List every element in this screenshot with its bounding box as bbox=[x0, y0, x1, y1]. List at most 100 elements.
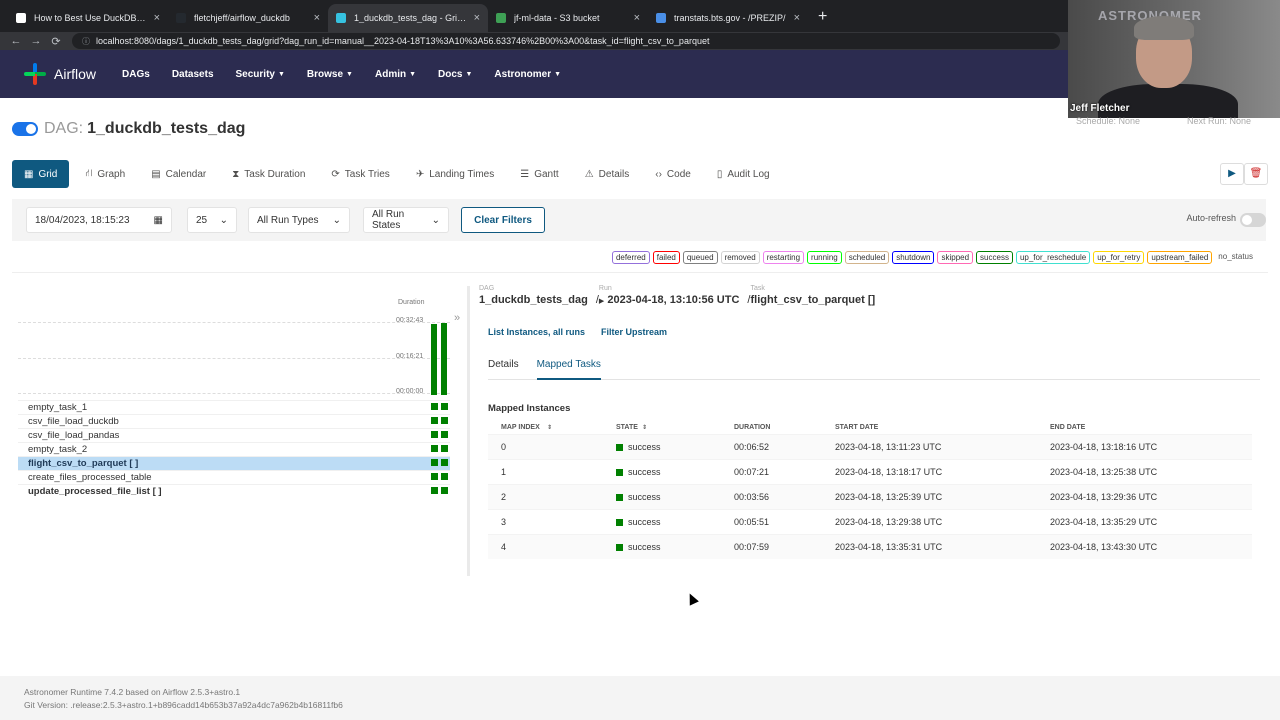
run-duration-bar[interactable] bbox=[441, 323, 447, 395]
task-instance-success[interactable] bbox=[431, 403, 438, 410]
column-header[interactable]: STATE bbox=[616, 420, 638, 434]
tab-code[interactable]: ‹› Code bbox=[645, 160, 701, 188]
nav-datasets[interactable]: Datasets bbox=[172, 69, 214, 80]
nav-dags[interactable]: DAGs bbox=[122, 69, 150, 80]
tab-details[interactable]: ⚠ Details bbox=[575, 160, 640, 188]
table-row[interactable]: 2 success 00:03:56 2023-04-18, 13:25:39 UTC… bbox=[488, 484, 1252, 509]
task-instance-success[interactable] bbox=[441, 431, 448, 438]
task-instance-success[interactable] bbox=[441, 473, 448, 480]
table-row[interactable]: 3 success 00:05:51 2023-04-18, 13:29:38 UTC… bbox=[488, 509, 1252, 534]
legend-up_for_reschedule[interactable]: up_for_reschedule bbox=[1015, 251, 1091, 264]
clear-filters-button[interactable]: Clear Filters bbox=[461, 207, 545, 233]
tab-task-duration[interactable]: ⧗ Task Duration bbox=[222, 160, 315, 188]
nav-browse[interactable]: Browse ▼ bbox=[307, 69, 353, 80]
dag-pause-toggle[interactable] bbox=[12, 122, 38, 136]
task-row[interactable]: empty_task_1 bbox=[18, 400, 450, 414]
nav-astronomer[interactable]: Astronomer ▼ bbox=[494, 69, 561, 80]
breadcrumb-task[interactable]: Task flight_csv_to_parquet [] bbox=[750, 285, 875, 306]
table-row[interactable]: 4 success 00:07:59 2023-04-18, 13:35:31 UTC… bbox=[488, 534, 1252, 559]
tab-gantt[interactable]: ☰ Gantt bbox=[510, 160, 568, 188]
sort-icon[interactable]: ⇕ bbox=[547, 420, 552, 434]
task-instance-success[interactable] bbox=[431, 445, 438, 452]
table-row[interactable]: 0 success 00:06:52 2023-04-18, 13:11:23 UTC… bbox=[488, 434, 1252, 459]
trigger-dag-button[interactable]: ▶ bbox=[1220, 163, 1244, 185]
legend-failed[interactable]: failed bbox=[652, 251, 680, 264]
legend-success[interactable]: success bbox=[976, 251, 1013, 264]
table-row[interactable]: 1 success 00:07:21 2023-04-18, 13:18:17 UTC… bbox=[488, 459, 1252, 484]
panel-resize-handle[interactable] bbox=[467, 286, 470, 576]
delete-dag-button[interactable]: 🗑 bbox=[1244, 163, 1268, 185]
tab-grid[interactable]: ▦ Grid bbox=[12, 160, 70, 188]
browser-tab[interactable]: How to Best Use DuckDB with × bbox=[8, 4, 168, 32]
calendar-picker-icon[interactable]: ▦ bbox=[154, 215, 163, 226]
back-icon[interactable]: ← bbox=[6, 35, 26, 47]
task-instance-success[interactable] bbox=[431, 473, 438, 480]
num-runs-select[interactable]: 25 ⌄ bbox=[187, 207, 237, 233]
task-row[interactable]: csv_file_load_duckdb bbox=[18, 414, 450, 428]
pinwheel-icon bbox=[22, 61, 48, 87]
tab-audit-log[interactable]: ▯ Audit Log bbox=[707, 160, 780, 188]
task-instance-success[interactable] bbox=[431, 431, 438, 438]
close-tab-icon[interactable]: × bbox=[474, 12, 480, 24]
browser-tab[interactable]: jf-ml-data - S3 bucket × bbox=[488, 4, 648, 32]
base-date-input[interactable]: 18/04/2023, 18:15:23 ▦ bbox=[26, 207, 172, 233]
tab-mapped-tasks[interactable]: Mapped Tasks bbox=[536, 356, 601, 380]
sort-icon[interactable]: ⇕ bbox=[642, 420, 647, 434]
close-tab-icon[interactable]: × bbox=[634, 12, 640, 24]
task-row[interactable]: update_processed_file_list [ ] bbox=[18, 484, 450, 498]
task-row[interactable]: csv_file_load_pandas bbox=[18, 428, 450, 442]
legend-running[interactable]: running bbox=[807, 251, 842, 264]
legend-restarting[interactable]: restarting bbox=[762, 251, 805, 264]
task-instance-success[interactable] bbox=[441, 403, 448, 410]
task-instance-success[interactable] bbox=[431, 417, 438, 424]
close-tab-icon[interactable]: × bbox=[154, 12, 160, 24]
new-tab-icon[interactable]: + bbox=[808, 4, 837, 32]
task-instance-success[interactable] bbox=[431, 459, 438, 466]
list-instances-link[interactable]: List Instances, all runs bbox=[488, 327, 585, 337]
breadcrumb-run[interactable]: Run ▶ 2023-04-18, 13:10:56 UTC bbox=[599, 285, 740, 306]
legend-deferred[interactable]: deferred bbox=[611, 251, 650, 264]
legend-skipped[interactable]: skipped bbox=[937, 251, 974, 264]
run-state-select[interactable]: All Run States ⌄ bbox=[363, 207, 449, 233]
forward-icon[interactable]: → bbox=[26, 35, 46, 47]
nav-admin[interactable]: Admin ▼ bbox=[375, 69, 416, 80]
browser-tab[interactable]: transtats.bts.gov - /PREZIP/ × bbox=[648, 4, 808, 32]
task-row[interactable]: flight_csv_to_parquet [ ] bbox=[18, 456, 450, 470]
close-tab-icon[interactable]: × bbox=[794, 12, 800, 24]
tab-calendar[interactable]: ▤ Calendar bbox=[141, 160, 216, 188]
task-row[interactable]: empty_task_2 bbox=[18, 442, 450, 456]
task-instance-success[interactable] bbox=[431, 487, 438, 494]
filter-upstream-link[interactable]: Filter Upstream bbox=[601, 327, 667, 337]
breadcrumb-dag[interactable]: DAG 1_duckdb_tests_dag bbox=[479, 285, 588, 306]
task-instance-success[interactable] bbox=[441, 445, 448, 452]
legend-scheduled[interactable]: scheduled bbox=[844, 251, 890, 264]
close-tab-icon[interactable]: × bbox=[314, 12, 320, 24]
collapse-details-icon[interactable]: » bbox=[454, 312, 460, 324]
info-icon[interactable]: ⓘ bbox=[82, 36, 90, 47]
legend-upstream_failed[interactable]: upstream_failed bbox=[1147, 251, 1213, 264]
browser-tab[interactable]: fletchjeff/airflow_duckdb × bbox=[168, 4, 328, 32]
run-duration-bar[interactable] bbox=[431, 324, 437, 395]
nav-docs[interactable]: Docs ▼ bbox=[438, 69, 472, 80]
tab-graph[interactable]: ⛙ Graph bbox=[75, 160, 135, 188]
column-header[interactable]: MAP INDEX bbox=[501, 420, 540, 434]
nav-security[interactable]: Security ▼ bbox=[236, 69, 285, 80]
task-instance-success[interactable] bbox=[441, 459, 448, 466]
reload-icon[interactable]: ⟳ bbox=[46, 35, 66, 48]
browser-tab[interactable]: 1_duckdb_tests_dag - Grid - A × bbox=[328, 4, 488, 32]
auto-refresh-toggle[interactable] bbox=[1240, 213, 1266, 227]
airflow-logo[interactable]: Airflow bbox=[22, 61, 96, 87]
legend-up_for_retry[interactable]: up_for_retry bbox=[1093, 251, 1145, 264]
task-instance-success[interactable] bbox=[441, 417, 448, 424]
tab-details[interactable]: Details bbox=[488, 356, 519, 380]
task-instance-success[interactable] bbox=[441, 487, 448, 494]
legend-shutdown[interactable]: shutdown bbox=[892, 251, 935, 264]
tab-landing-times[interactable]: ✈ Landing Times bbox=[406, 160, 504, 188]
task-row[interactable]: create_files_processed_table bbox=[18, 470, 450, 484]
legend-removed[interactable]: removed bbox=[720, 251, 760, 264]
tab-task-tries[interactable]: ⟳ Task Tries bbox=[321, 160, 399, 188]
legend-no_status[interactable]: no_status bbox=[1215, 251, 1256, 264]
address-bar[interactable]: ⓘ localhost:8080/dags/1_duckdb_tests_dag… bbox=[72, 33, 1060, 49]
run-type-select[interactable]: All Run Types ⌄ bbox=[248, 207, 350, 233]
legend-queued[interactable]: queued bbox=[682, 251, 718, 264]
